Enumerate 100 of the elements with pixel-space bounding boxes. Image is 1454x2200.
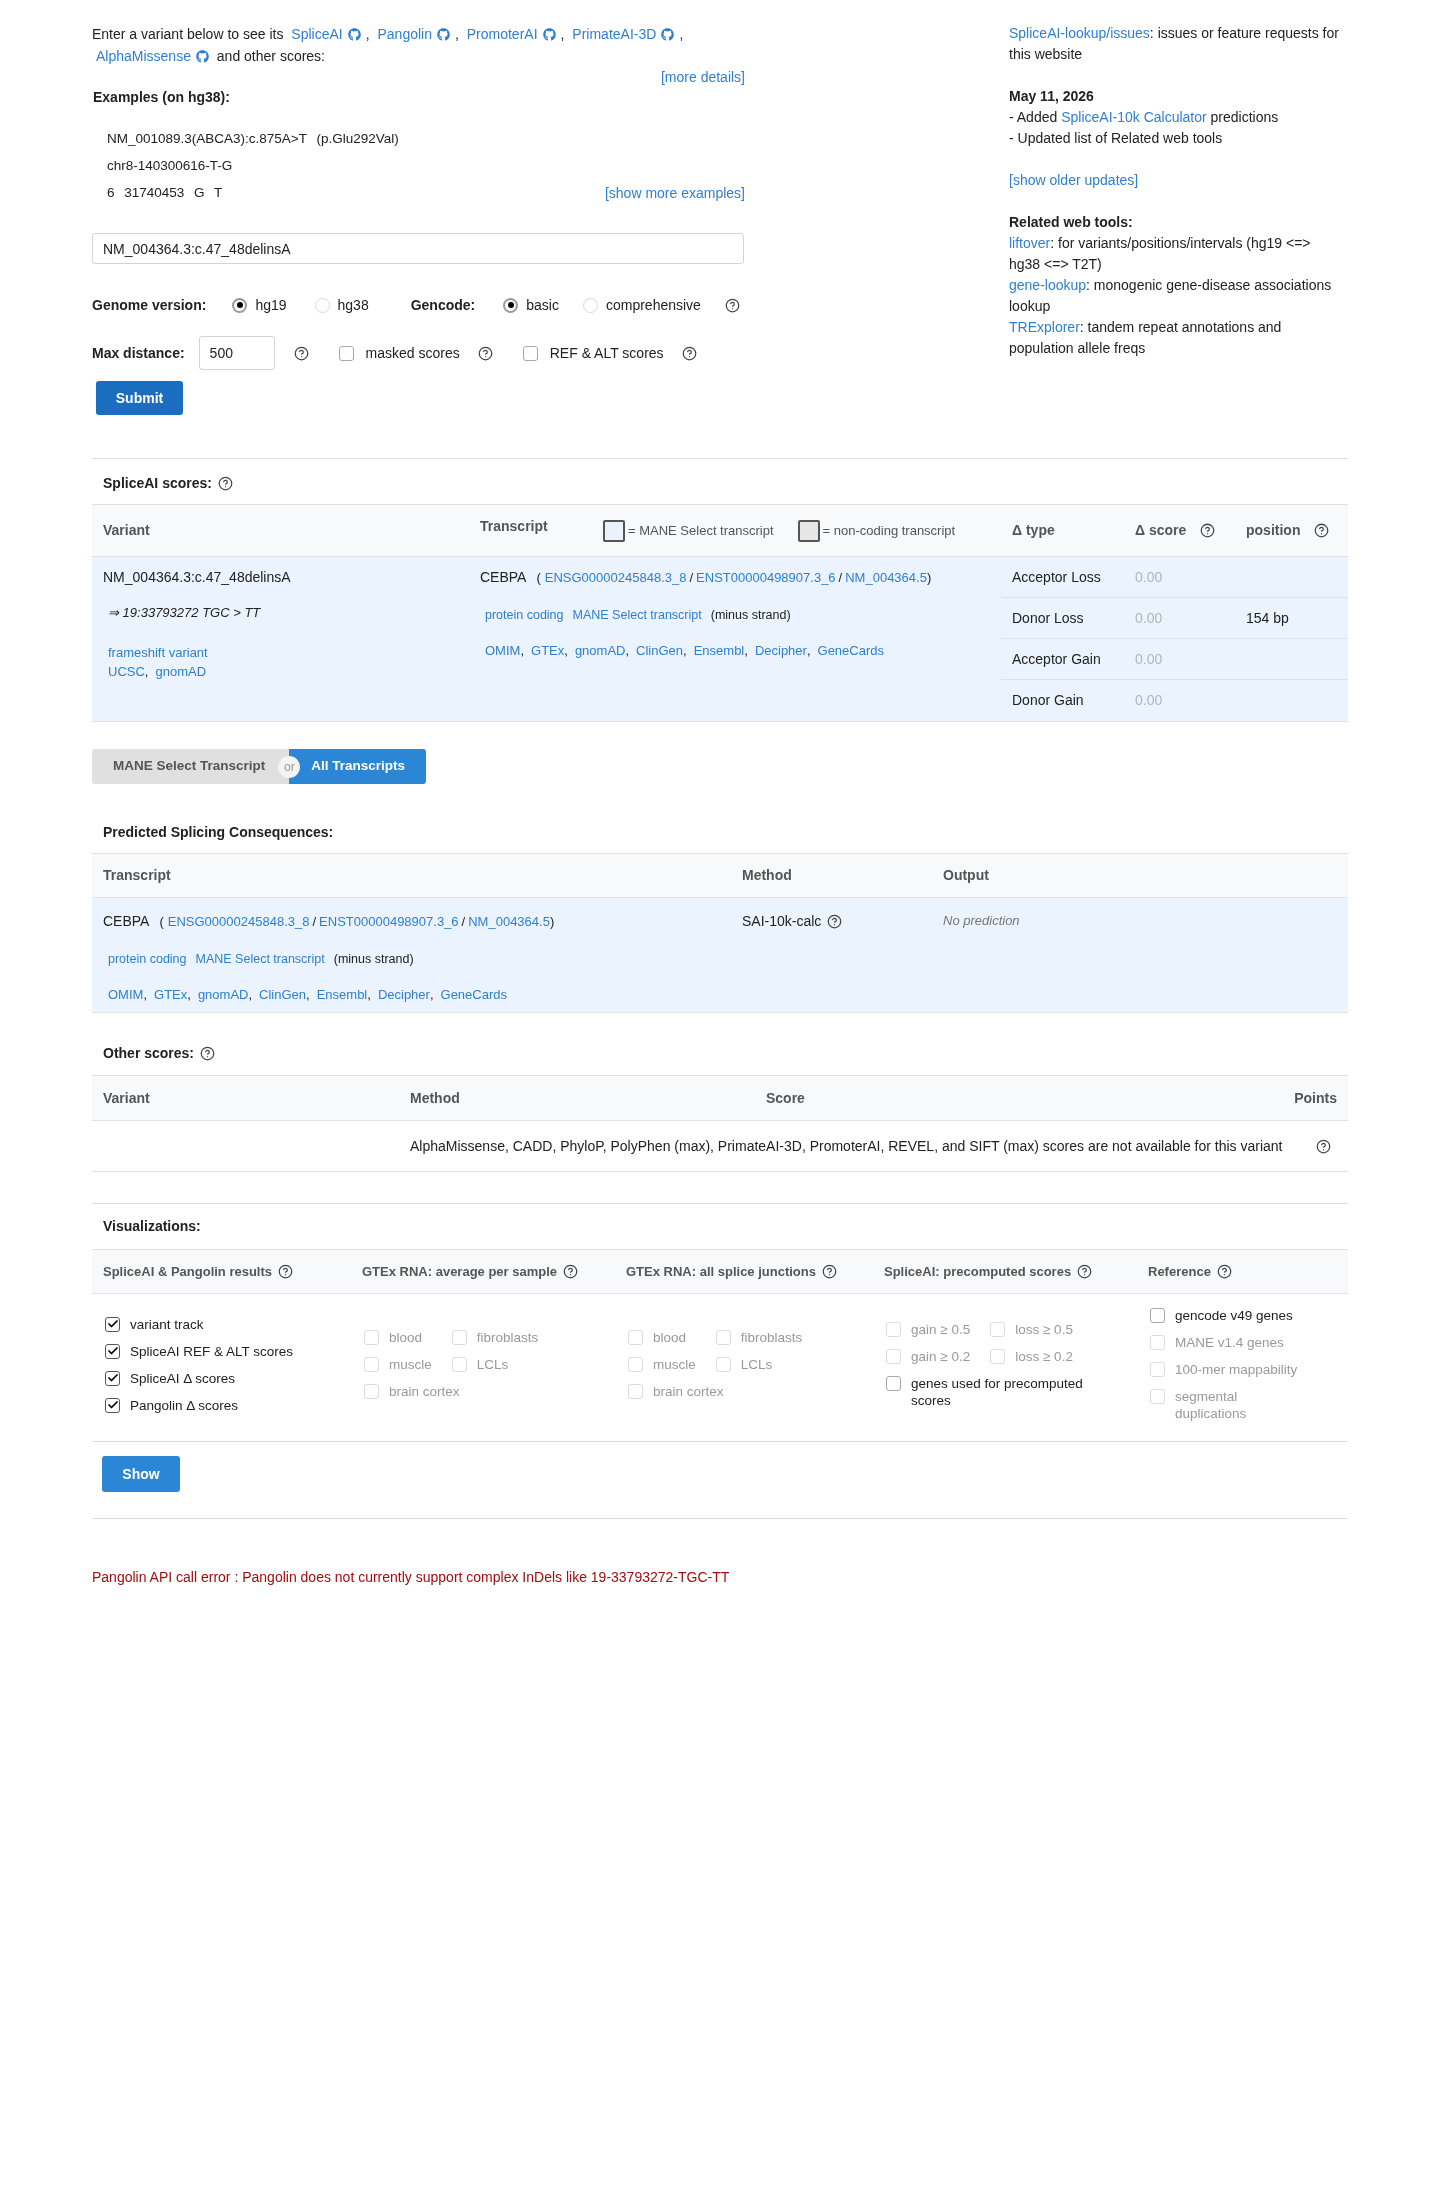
resource-link[interactable]: ClinGen	[636, 641, 684, 661]
checkbox[interactable]	[886, 1375, 901, 1391]
show-button[interactable]: Show	[102, 1456, 180, 1492]
example-variant[interactable]: NM_001089.3(ABCA3):c.875A>T (p.Glu292Val)	[107, 129, 399, 149]
unavailable-scores-note: AlphaMissense, CADD, PhyloP, PolyPhen (max), PrimateAI-3D, PromoterAI, REVEL, and SIFT (max) scores are not available for this variant	[410, 1136, 1283, 1156]
checkbox-label[interactable]: masked scores	[365, 342, 460, 364]
link-separator: ,	[144, 663, 149, 681]
column-header: Δ type	[1012, 521, 1055, 540]
help-icon[interactable]	[217, 475, 233, 491]
column-header: GTEx RNA: all splice junctions	[626, 1262, 816, 1281]
prediction-output: No prediction	[943, 912, 1020, 931]
help-icon[interactable]	[563, 1264, 579, 1279]
column-header: SpliceAI: precomputed scores	[884, 1262, 1072, 1281]
checkbox[interactable]	[1150, 1307, 1165, 1323]
help-icon[interactable]	[822, 1264, 837, 1279]
legend-label: = non-coding transcript	[822, 521, 956, 540]
help-icon[interactable]	[1316, 1138, 1331, 1154]
related-tools-title: Related web tools:	[1009, 213, 1133, 232]
browser-link[interactable]: gnomAD	[155, 663, 207, 681]
transcript-tag-link[interactable]: protein coding	[485, 605, 564, 625]
resource-link[interactable]: GeneCards	[440, 985, 507, 1005]
example-variant[interactable]: chr8-140300616-T-G	[107, 156, 233, 176]
issues-link[interactable]: SpliceAI-lookup/issues	[1009, 25, 1150, 41]
open-bracket: (	[159, 913, 164, 931]
related-tool-text: gene-lookup: monogenic gene-disease associations lookup	[1009, 276, 1333, 316]
browser-link[interactable]: UCSC	[108, 663, 145, 681]
checkbox-label: blood	[653, 1329, 687, 1346]
help-icon[interactable]	[1200, 523, 1216, 538]
help-icon[interactable]	[827, 913, 843, 929]
checkbox[interactable]	[338, 345, 354, 361]
tool-link[interactable]: AlphaMissense	[96, 48, 209, 64]
checkbox[interactable]	[105, 1316, 120, 1332]
resource-link[interactable]: Decipher	[754, 641, 807, 661]
resource-link[interactable]: Decipher	[377, 985, 430, 1005]
tool-link[interactable]: PromoterAI	[466, 26, 556, 42]
link-separator: ,	[683, 642, 687, 660]
github-icon	[347, 28, 361, 41]
tool-link[interactable]: SpliceAI	[291, 26, 361, 42]
transcript-tag-link[interactable]: MANE Select transcript	[572, 605, 702, 625]
show-more-examples-link[interactable]: [show more examples]	[604, 183, 745, 203]
column-header: GTEx RNA: average per sample	[362, 1262, 558, 1281]
link-separator: ,	[806, 642, 811, 660]
radio-label[interactable]: hg19	[255, 294, 287, 316]
section-title: Other scores:	[103, 1043, 195, 1063]
submit-button[interactable]: Submit	[96, 381, 183, 415]
radio-button[interactable]	[503, 297, 519, 313]
transcript-id-link[interactable]: NM_004364.5	[845, 568, 927, 588]
checkbox-label: LCLs	[476, 1356, 509, 1373]
transcript-tag-link[interactable]: protein coding	[108, 949, 187, 969]
checkbox[interactable]	[522, 345, 538, 361]
checkbox-label[interactable]: REF & ALT scores	[549, 342, 664, 364]
checkbox-label: gain ≥ 0.5	[911, 1321, 971, 1338]
transcript-id-link[interactable]: ENSG00000245848.3_8	[544, 568, 687, 588]
checkbox[interactable]	[105, 1370, 120, 1386]
variant-input[interactable]: NM_004364.3:c.47_48delinsA	[92, 233, 744, 264]
resource-link[interactable]: ClinGen	[259, 985, 307, 1005]
show-older-updates-link[interactable]: [show older updates]	[1009, 170, 1139, 191]
delta-type: Donor Loss	[1012, 609, 1084, 626]
transcript-id-link[interactable]: ENSG00000245848.3_8	[167, 912, 310, 932]
splice-position: 154 bp	[1246, 609, 1289, 626]
column-header: Variant	[103, 521, 150, 540]
delta-score: 0.00	[1135, 650, 1163, 667]
help-icon[interactable]	[477, 345, 493, 361]
checkbox-label: genes used for precomputed scores	[911, 1375, 1084, 1409]
checkbox-label: fibroblasts	[476, 1329, 539, 1346]
more-details-link[interactable]: [more details]	[660, 67, 745, 87]
strand-label: (minus strand)	[710, 607, 791, 624]
radio-label[interactable]: hg38	[337, 294, 369, 316]
consequence-link[interactable]: frameshift variant	[108, 644, 208, 662]
checkbox[interactable]	[105, 1397, 120, 1413]
radio-button[interactable]	[232, 297, 248, 313]
column-header: position	[1246, 521, 1301, 540]
tool-link[interactable]: PrimateAI-3D	[572, 26, 675, 42]
help-icon[interactable]	[278, 1264, 294, 1279]
transcript-tag-link[interactable]: MANE Select transcript	[195, 949, 325, 969]
transcript-id-link[interactable]: NM_004364.5	[468, 912, 550, 932]
checkbox-label: MANE v1.4 genes	[1175, 1334, 1284, 1351]
radio-label[interactable]: basic	[526, 294, 559, 316]
help-icon[interactable]	[1314, 523, 1330, 538]
update-link[interactable]: SpliceAI-10k Calculator	[1061, 109, 1207, 125]
link-separator: ,	[429, 986, 434, 1004]
help-icon[interactable]	[293, 345, 309, 361]
help-icon[interactable]	[724, 297, 740, 313]
max-distance-input[interactable]: 500	[198, 336, 275, 370]
link-separator: ,	[248, 986, 253, 1004]
tool-link[interactable]: Pangolin	[377, 26, 450, 42]
checkbox-label: variant track	[130, 1316, 204, 1333]
help-icon[interactable]	[1077, 1264, 1093, 1279]
related-tool-link[interactable]: TRExplorer	[1009, 319, 1080, 335]
radio-label[interactable]: comprehensive	[605, 294, 701, 316]
example-variant[interactable]: 6 31740453 G T	[107, 183, 223, 203]
resource-link[interactable]: GeneCards	[817, 641, 884, 661]
checkbox-label: 100-mer mappability	[1175, 1361, 1298, 1378]
help-icon[interactable]	[200, 1045, 216, 1061]
transcript-id-link[interactable]: ENST00000498907.3_6	[319, 912, 459, 932]
help-icon[interactable]	[1216, 1264, 1232, 1279]
checkbox[interactable]	[105, 1343, 120, 1359]
help-icon[interactable]	[681, 345, 697, 361]
error-message: Pangolin API call error : Pangolin does not currently support complex InDels like 19-33793272-TGC-TT	[92, 1568, 730, 1587]
transcript-id-link[interactable]: ENST00000498907.3_6	[696, 568, 836, 588]
